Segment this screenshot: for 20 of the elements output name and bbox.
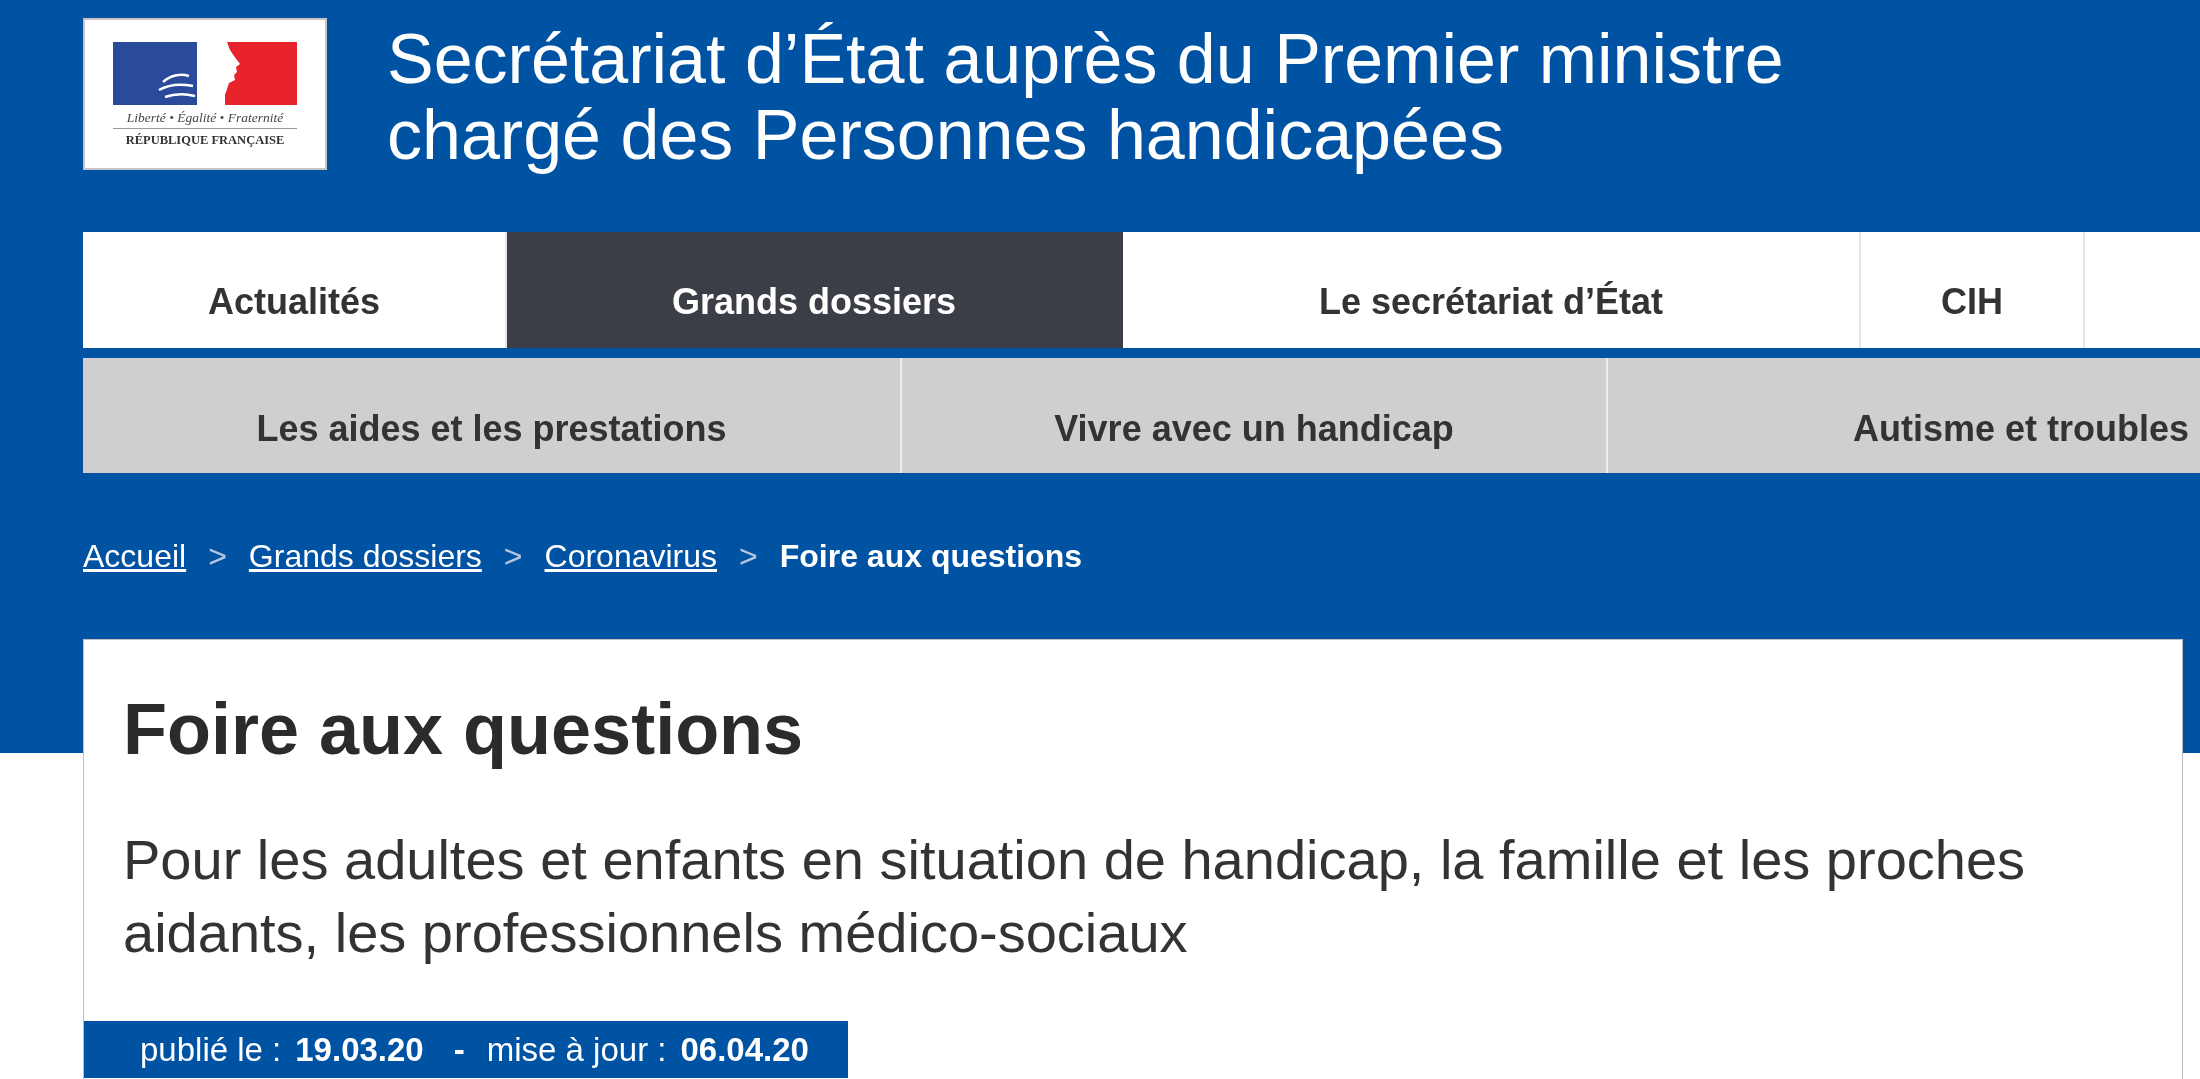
- breadcrumb-current: Foire aux questions: [779, 537, 1082, 576]
- date-value: 06.04.20: [680, 1030, 809, 1070]
- nav-tab[interactable]: Grands dossiers: [507, 232, 1123, 348]
- logo-caption: RÉPUBLIQUE FRANÇAISE: [125, 133, 285, 148]
- site-title: Secrétariat d’État auprès du Premier ministre chargé des Personnes handicapées: [387, 21, 1785, 173]
- breadcrumb-separator: >: [208, 537, 227, 576]
- breadcrumb-link[interactable]: Accueil: [83, 536, 187, 576]
- flag-profile-icon: [113, 42, 297, 105]
- date-value: 19.03.20: [295, 1030, 424, 1070]
- date-label: publié le :: [140, 1030, 282, 1070]
- page-heading: Foire aux questions: [123, 688, 804, 771]
- logo-motto: Liberté • Égalité • Fraternité: [126, 110, 284, 126]
- date-separator: -: [453, 1030, 465, 1070]
- breadcrumb-separator: >: [503, 537, 523, 576]
- page-subtitle: Pour les adultes et enfants en situation de handicap, la famille et les proches aidants, les professionnels médico-sociaux: [123, 827, 2027, 966]
- breadcrumb-separator: >: [739, 537, 758, 576]
- breadcrumb-link[interactable]: Coronavirus: [544, 536, 718, 576]
- date-label: mise à jour :: [486, 1030, 667, 1070]
- logo-card[interactable]: Liberté • Égalité • Fraternité RÉPUBLIQUE FRANÇAISE: [83, 18, 327, 170]
- breadcrumb-link[interactable]: Grands dossiers: [248, 536, 482, 576]
